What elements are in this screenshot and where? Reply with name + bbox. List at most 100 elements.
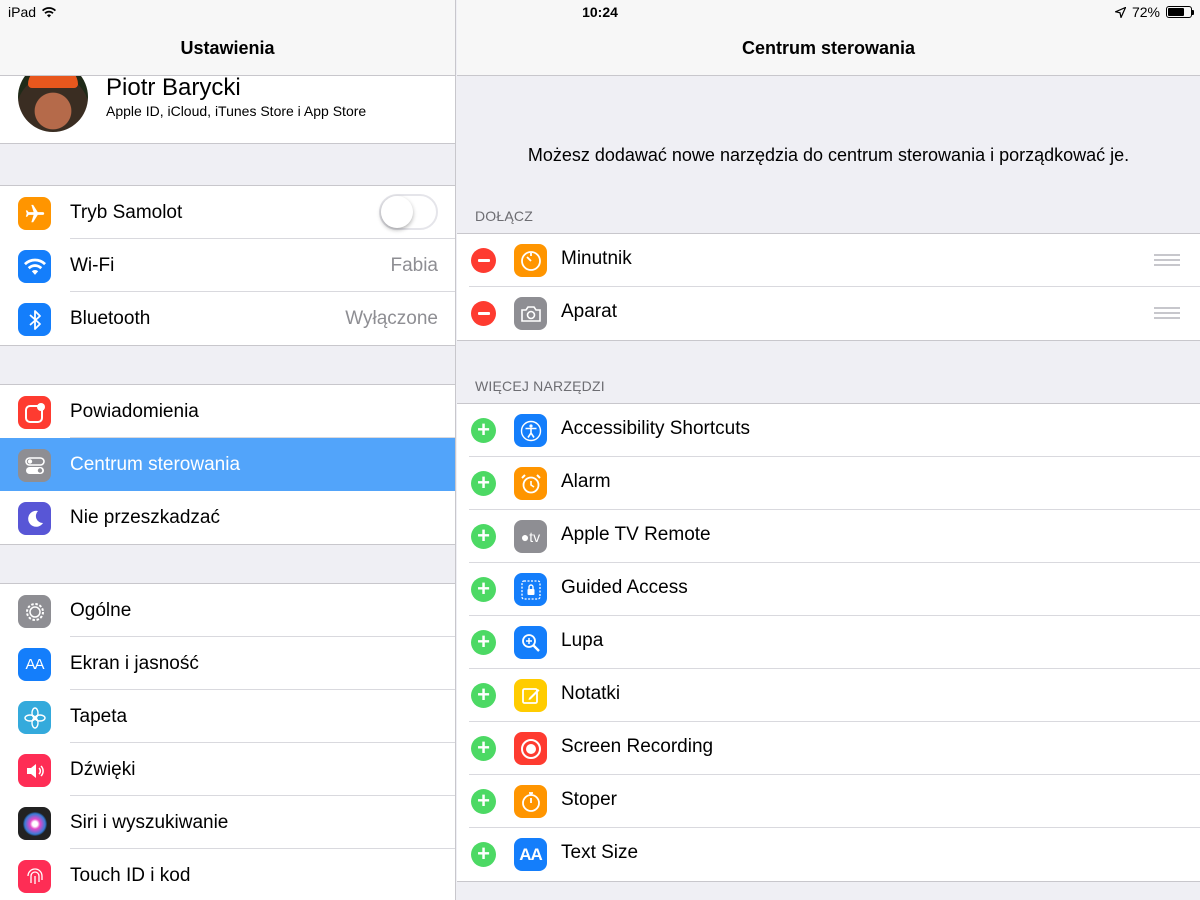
more-controls-list: Accessibility Shortcuts Alarm ●tv Apple … [457, 403, 1200, 882]
alarm-icon [514, 467, 547, 500]
sidebar-item-label: Ogólne [70, 599, 132, 621]
intro-text: Możesz dodawać nowe narzędzia do centrum… [527, 145, 1130, 165]
wallpaper-icon [18, 701, 51, 734]
sidebar-item-control-center[interactable]: Centrum sterowania [0, 438, 455, 491]
list-item-screen-recording[interactable]: Screen Recording [457, 722, 1200, 775]
status-right: 72% [1114, 4, 1194, 20]
list-item-stopwatch[interactable]: Stoper [457, 775, 1200, 828]
timer-icon [514, 244, 547, 277]
add-control-button[interactable] [471, 577, 496, 602]
text-size-glyph: AA [519, 844, 543, 864]
list-item-alarm[interactable]: Alarm [457, 457, 1200, 510]
airplane-icon [18, 197, 51, 230]
avatar-hat [28, 76, 78, 88]
general-group: Ogólne AA Ekran i jasność Tapeta Dźwięki [0, 583, 455, 900]
sidebar-item-label: Dźwięki [70, 758, 136, 780]
connectivity-group: Tryb Samolot Wi-Fi Fabia Bluetooth Wyłąc… [0, 185, 455, 346]
display-glyph: AA [25, 656, 44, 673]
profile-subtitle: Apple ID, iCloud, iTunes Store i App Sto… [106, 103, 367, 119]
control-label: Aparat [561, 301, 617, 322]
list-item-accessibility-shortcuts[interactable]: Accessibility Shortcuts [457, 404, 1200, 457]
display-icon: AA [18, 648, 51, 681]
camera-icon [514, 297, 547, 330]
control-label: Apple TV Remote [561, 524, 711, 545]
fingerprint-icon [18, 860, 51, 893]
add-control-button[interactable] [471, 418, 496, 443]
avatar [18, 76, 88, 132]
sidebar-item-display[interactable]: AA Ekran i jasność [0, 637, 455, 690]
control-label: Accessibility Shortcuts [561, 418, 751, 439]
reorder-handle[interactable] [1154, 254, 1180, 266]
bluetooth-status-value: Wyłączone [345, 307, 438, 329]
list-item-magnifier[interactable]: Lupa [457, 616, 1200, 669]
sidebar-item-wifi[interactable]: Wi-Fi Fabia [0, 239, 455, 292]
airplane-mode-toggle[interactable] [379, 194, 438, 230]
list-item-timer[interactable]: Minutnik [457, 234, 1200, 287]
speaker-icon [18, 754, 51, 787]
add-control-button[interactable] [471, 630, 496, 655]
add-control-button[interactable] [471, 789, 496, 814]
profile-name: Piotr Barycki [106, 76, 241, 101]
sidebar-item-do-not-disturb[interactable]: Nie przeszkadzać [0, 491, 455, 544]
control-label: Text Size [561, 842, 639, 863]
list-item-guided-access[interactable]: Guided Access [457, 563, 1200, 616]
battery-icon [1166, 6, 1194, 18]
list-item-apple-tv-remote[interactable]: ●tv Apple TV Remote [457, 510, 1200, 563]
apple-id-profile[interactable]: Piotr Barycki Apple ID, iCloud, iTunes S… [0, 76, 455, 144]
sidebar-item-airplane-mode[interactable]: Tryb Samolot [0, 186, 455, 239]
sidebar-item-general[interactable]: Ogólne [0, 584, 455, 637]
settings-sidebar: Ustawienia Piotr Barycki Apple ID, iClou… [0, 0, 456, 900]
remove-control-button[interactable] [471, 301, 496, 326]
add-control-button[interactable] [471, 683, 496, 708]
sidebar-item-label: Powiadomienia [70, 400, 199, 422]
sidebar-item-notifications[interactable]: Powiadomienia [0, 385, 455, 438]
control-center-settings: Centrum sterowania Możesz dodawać nowe n… [457, 0, 1200, 900]
sidebar-item-label: Tryb Samolot [70, 201, 183, 223]
battery-percent: 72% [1131, 4, 1160, 20]
sidebar-item-label: Touch ID i kod [70, 864, 191, 886]
guided-access-icon [514, 573, 547, 606]
sidebar-item-label: Bluetooth [70, 307, 151, 329]
remove-control-button[interactable] [471, 248, 496, 273]
more-controls-section-header: WIĘCEJ NARZĘDZI [475, 378, 605, 394]
sidebar-item-label: Ekran i jasność [70, 652, 199, 674]
apple-tv-icon: ● tv [514, 520, 547, 553]
sidebar-item-sounds[interactable]: Dźwięki [0, 743, 455, 796]
notes-icon [514, 679, 547, 712]
control-label: Notatki [561, 683, 621, 704]
status-bar: iPad 10:24 72% [0, 0, 1200, 24]
sidebar-item-touch-id[interactable]: Touch ID i kod [0, 849, 455, 900]
control-label: Minutnik [561, 248, 632, 269]
wifi-icon [18, 250, 51, 283]
sidebar-item-bluetooth[interactable]: Bluetooth Wyłączone [0, 292, 455, 345]
list-item-camera[interactable]: Aparat [457, 287, 1200, 340]
accessibility-icon [514, 414, 547, 447]
sidebar-item-siri[interactable]: Siri i wyszukiwanie [0, 796, 455, 849]
sidebar-item-wallpaper[interactable]: Tapeta [0, 690, 455, 743]
include-section-header: DOŁĄCZ [475, 208, 533, 224]
list-item-notes[interactable]: Notatki [457, 669, 1200, 722]
control-center-icon [18, 449, 51, 482]
magnifier-icon [514, 626, 547, 659]
detail-title: Centrum sterowania [741, 38, 916, 58]
stopwatch-icon [514, 785, 547, 818]
control-label: Guided Access [561, 577, 688, 598]
list-item-text-size[interactable]: AA Text Size [457, 828, 1200, 881]
apple-tv-glyph: tv [529, 528, 541, 545]
gear-icon [18, 595, 51, 628]
wifi-network-value: Fabia [390, 254, 438, 276]
notifications-icon [18, 396, 51, 429]
add-control-button[interactable] [471, 471, 496, 496]
control-label: Screen Recording [561, 736, 714, 757]
sidebar-item-label: Tapeta [70, 705, 128, 727]
battery-fill [1168, 8, 1184, 16]
location-arrow-icon [1114, 6, 1126, 18]
toggle-knob [381, 196, 413, 228]
add-control-button[interactable] [471, 842, 496, 867]
sidebar-item-label: Wi-Fi [70, 254, 115, 276]
add-control-button[interactable] [471, 736, 496, 761]
screen-recording-icon [514, 732, 547, 765]
reorder-handle[interactable] [1154, 307, 1180, 319]
add-control-button[interactable] [471, 524, 496, 549]
bluetooth-icon [18, 303, 51, 336]
